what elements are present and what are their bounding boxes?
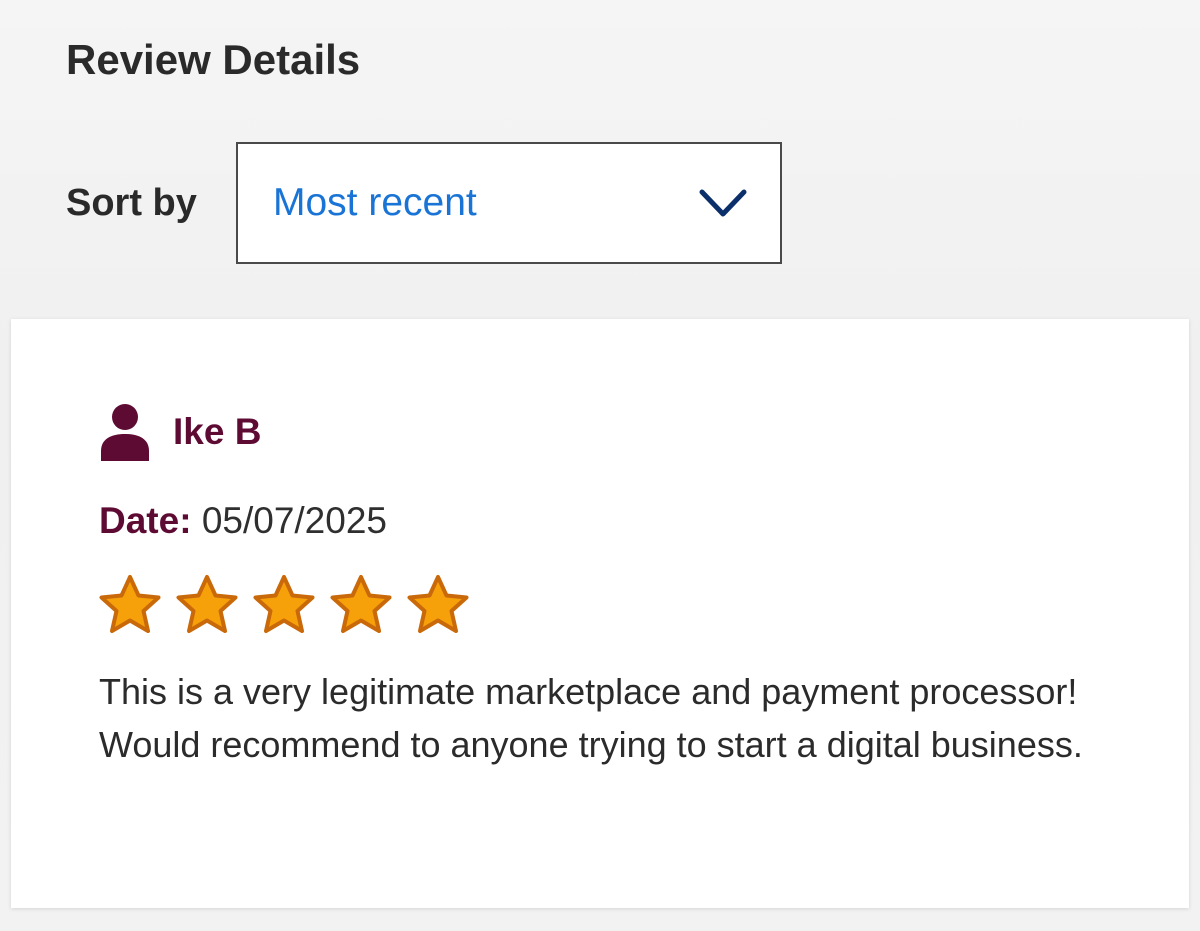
date-value: 05/07/2025: [201, 500, 387, 541]
sort-row: Sort by Most recent: [66, 142, 782, 264]
sort-dropdown[interactable]: Most recent: [236, 142, 782, 264]
star-rating: [97, 573, 482, 637]
star-icon: [253, 575, 315, 633]
star-icon: [330, 575, 392, 633]
sort-selected-value: Most recent: [273, 181, 477, 224]
user-icon: [101, 404, 149, 461]
review-card: Ike B Date: 05/07/2025 This is a very le…: [11, 319, 1189, 908]
sort-label: Sort by: [66, 181, 197, 224]
star-icon: [99, 575, 161, 633]
reviewer: Ike B: [99, 403, 261, 461]
star-icon: [407, 575, 469, 633]
reviewer-name: Ike B: [173, 411, 262, 452]
chevron-down-icon: [699, 189, 747, 217]
review-text: This is a very legitimate marketplace an…: [99, 671, 1083, 765]
date-label: Date:: [99, 500, 192, 541]
star-icon: [176, 575, 238, 633]
page-title: Review Details: [66, 36, 361, 83]
review-date: Date: 05/07/2025: [99, 499, 387, 543]
